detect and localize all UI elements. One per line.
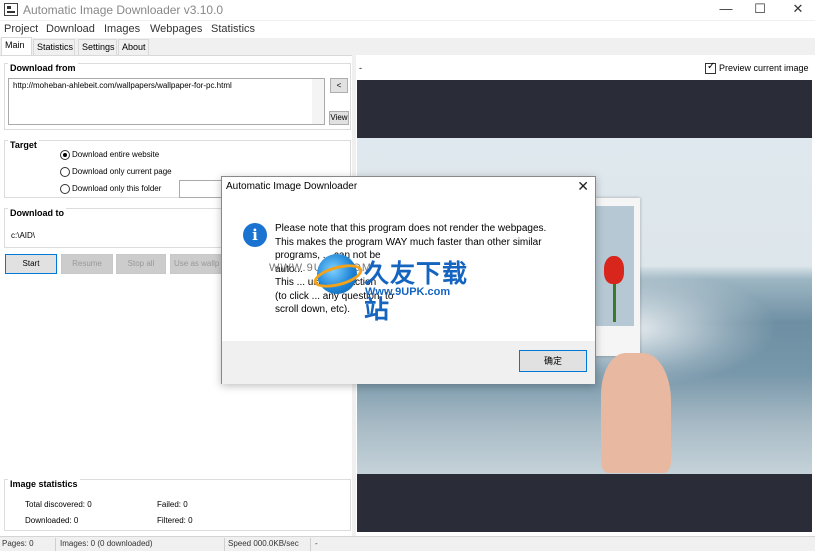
url-input[interactable]: http://moheban-ahlebeit.com/wallpapers/w… (8, 78, 325, 125)
status-extra: - (315, 539, 318, 548)
info-icon: i (243, 223, 267, 247)
total-discovered: Total discovered: 0 (25, 500, 92, 509)
minimize-icon[interactable]: — (711, 0, 741, 20)
tulip-flower (604, 256, 624, 284)
option-this-folder[interactable]: Download only this folder (72, 184, 161, 193)
dialog-close-icon[interactable]: ✕ (577, 178, 589, 195)
radio-entire-website[interactable] (60, 150, 70, 160)
maximize-icon[interactable]: ☐ (745, 0, 775, 20)
radio-current-page[interactable] (60, 167, 70, 177)
status-speed: Speed 000.0KB/sec (228, 539, 299, 548)
preview-checkbox[interactable] (705, 61, 716, 74)
status-images: Images: 0 (0 downloaded) (60, 539, 153, 548)
menu-images[interactable]: Images (104, 23, 140, 35)
preview-checkbox-label[interactable]: Preview current image (719, 63, 809, 73)
dialog-title: Automatic Image Downloader (226, 181, 358, 192)
status-separator (55, 538, 56, 551)
dialog-footer: 确定 (222, 341, 595, 384)
tab-main[interactable]: Main (1, 37, 32, 56)
window-title: Automatic Image Downloader v3.10.0 (23, 3, 224, 17)
use-as-wallpaper-button[interactable]: Use as wallp (170, 254, 222, 274)
menu-download[interactable]: Download (46, 23, 95, 35)
failed-count: Failed: 0 (157, 500, 188, 509)
title-bar: Automatic Image Downloader v3.10.0 — ☐ ✕ (0, 0, 815, 20)
status-separator (310, 538, 311, 551)
menu-statistics[interactable]: Statistics (211, 23, 255, 35)
image-statistics-label: Image statistics (8, 479, 80, 489)
download-to-label: Download to (8, 208, 66, 218)
watermark-url: Www.9UPK.com (365, 286, 451, 298)
url-scrollbar[interactable] (312, 79, 324, 124)
option-current-page[interactable]: Download only current page (72, 167, 172, 176)
stop-all-button[interactable]: Stop all (116, 254, 166, 274)
download-from-group: Download from http://moheban-ahlebeit.co… (4, 63, 351, 130)
dialog-message-line: Please note that this program does not r… (275, 223, 547, 234)
menu-project[interactable]: Project (4, 23, 38, 35)
url-text: http://moheban-ahlebeit.com/wallpapers/w… (13, 81, 232, 90)
close-icon[interactable]: ✕ (783, 0, 813, 20)
image-statistics-group: Image statistics Total discovered: 0 Fai… (4, 479, 351, 531)
polaroid-photo (590, 198, 640, 356)
ok-button[interactable]: 确定 (519, 350, 587, 372)
tab-settings[interactable]: Settings (78, 39, 117, 55)
tab-about[interactable]: About (118, 39, 149, 55)
start-button[interactable]: Start (5, 254, 57, 274)
watermark: WWW.9UPK.COM 久友下载站 Www.9UPK.com (269, 254, 489, 324)
folder-input[interactable] (179, 180, 224, 198)
target-label: Target (8, 140, 39, 150)
download-from-label: Download from (8, 63, 78, 73)
downloaded-count: Downloaded: 0 (25, 516, 79, 525)
back-button[interactable]: < (330, 78, 348, 93)
dialog-message-line: This makes the program WAY much faster t… (275, 236, 542, 248)
tulip-stem (613, 282, 616, 322)
menu-bar: Project Download Images Webpages Statist… (0, 21, 815, 38)
hand (601, 353, 671, 473)
filtered-count: Filtered: 0 (157, 516, 193, 525)
view-button[interactable]: View (329, 111, 349, 125)
status-pages: Pages: 0 (2, 539, 34, 548)
app-icon (4, 3, 18, 16)
menu-webpages[interactable]: Webpages (150, 23, 202, 35)
status-bar: Pages: 0 Images: 0 (0 downloaded) Speed … (0, 536, 815, 551)
option-entire-website[interactable]: Download entire website (72, 150, 159, 159)
download-to-group: Download to c:\AID\ (4, 208, 224, 248)
download-path[interactable]: c:\AID\ (11, 231, 35, 240)
photo-inner (596, 206, 634, 326)
resume-button[interactable]: Resume (61, 254, 113, 274)
app-window: Automatic Image Downloader v3.10.0 — ☐ ✕… (0, 0, 815, 551)
status-separator (224, 538, 225, 551)
radio-this-folder[interactable] (60, 184, 70, 194)
preview-header: - (359, 63, 362, 73)
tab-statistics[interactable]: Statistics (33, 39, 75, 55)
